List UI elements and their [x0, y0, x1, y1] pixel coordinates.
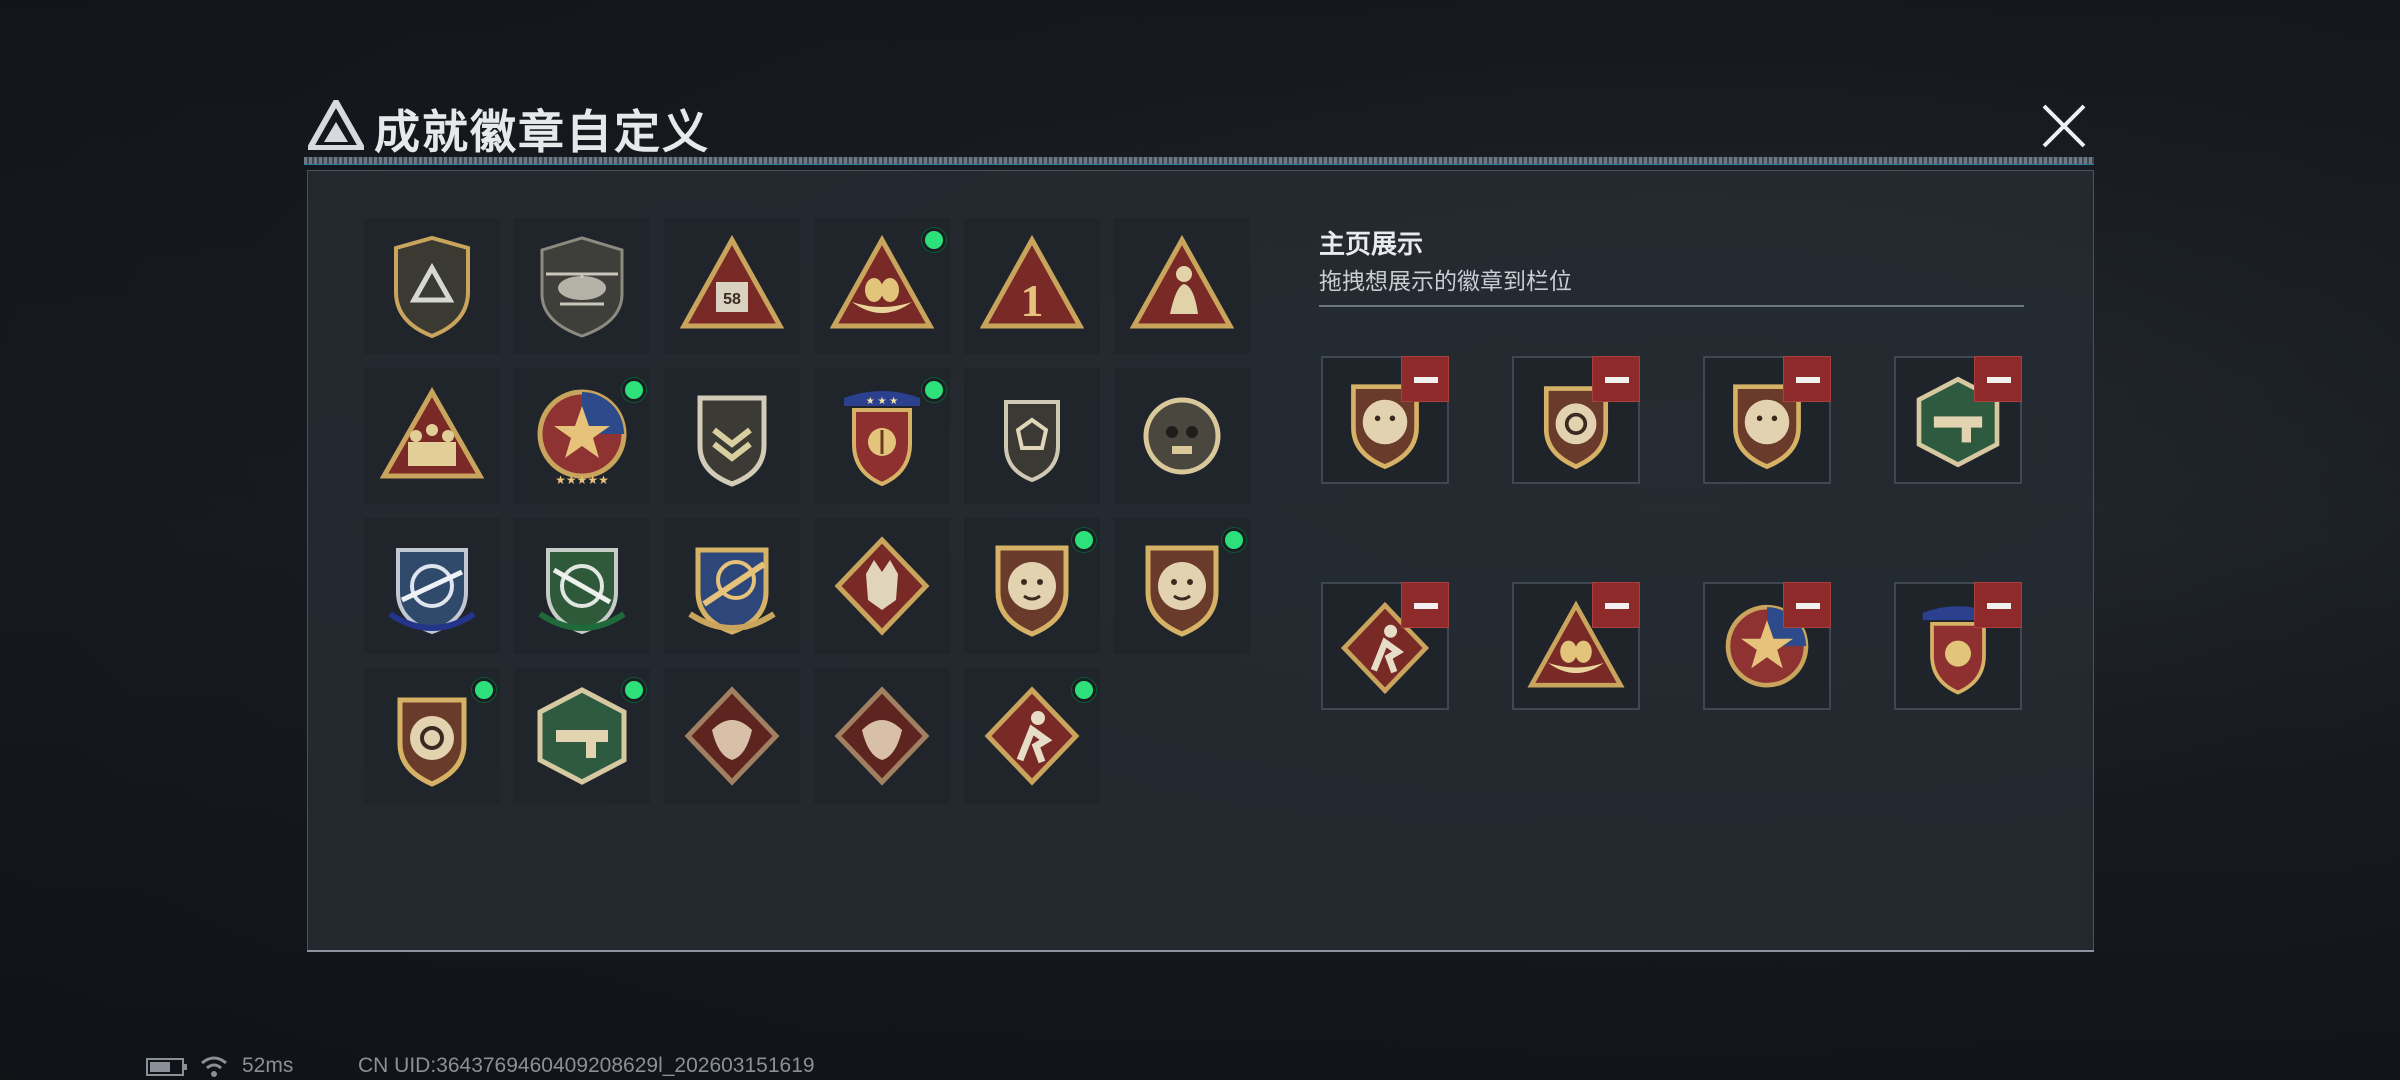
display-slot-8[interactable] [1894, 582, 2022, 710]
display-slot-4[interactable] [1894, 356, 2022, 484]
dice-shield-badge-icon [1004, 400, 1060, 483]
badge-cell[interactable] [814, 518, 950, 654]
dialog-header: 成就徽章自定义 [304, 92, 2094, 164]
lion-shield-badge-2-icon [1145, 545, 1219, 637]
squad-triangle-badge-icon [379, 386, 485, 479]
58-triangle-badge-icon: 58 [679, 234, 785, 329]
panel-bottom-border [307, 950, 2094, 952]
runner-diamond-badge-icon [984, 686, 1080, 786]
svg-text:★ ★ ★: ★ ★ ★ [866, 396, 898, 407]
selected-indicator [922, 228, 946, 252]
badge-cell[interactable]: 58 [664, 218, 800, 354]
remove-badge-button[interactable] [1401, 582, 1449, 628]
gold-weapon-crest-badge-icon [688, 547, 776, 635]
homepage-display-hint: 拖拽想展示的徽章到栏位 [1319, 268, 1572, 294]
target-shield-badge-icon [397, 697, 467, 787]
selected-indicator [1072, 678, 1096, 702]
selected-indicator [622, 678, 646, 702]
badge-cell[interactable] [514, 218, 650, 354]
badge-cell[interactable] [964, 368, 1100, 504]
badge-number-58: 58 [723, 291, 741, 308]
badge-cell[interactable] [664, 518, 800, 654]
badge-cell[interactable] [664, 668, 800, 804]
display-slot-2[interactable] [1512, 356, 1640, 484]
badge-cell[interactable] [364, 368, 500, 504]
badge-cell[interactable]: 1 [964, 218, 1100, 354]
badge-cell[interactable] [364, 518, 500, 654]
display-slot-1[interactable] [1321, 356, 1449, 484]
green-sniper-crest-badge-icon [538, 548, 626, 635]
selected-indicator [922, 378, 946, 402]
remove-badge-button[interactable] [1592, 582, 1640, 628]
svg-text:★★★★★: ★★★★★ [555, 473, 609, 487]
user-uid: CN UID:3643769460409208629l_202603151619 [358, 1054, 815, 1077]
badge-cell[interactable] [1114, 518, 1250, 654]
rank-chevron-shield-badge-icon [697, 395, 767, 487]
badge-cell[interactable] [514, 518, 650, 654]
lion-shield-badge-1-icon [995, 545, 1069, 637]
remove-badge-button[interactable] [1783, 582, 1831, 628]
ping-latency: 52ms [242, 1054, 294, 1077]
display-slot-7[interactable] [1703, 582, 1831, 710]
green-hexagon-weapon-badge-icon [537, 687, 627, 785]
badge-cell[interactable] [814, 218, 950, 354]
remove-badge-button[interactable] [1592, 356, 1640, 402]
number-1-triangle-badge-icon: 1 [979, 234, 1085, 329]
homepage-display-title: 主页展示 [1319, 229, 1424, 259]
badge-collection-grid: 58 1 ★★★★★ ★ ★ ★ [364, 218, 1264, 804]
dragon-diamond-badge-1-icon [684, 686, 780, 786]
display-divider [1319, 305, 2024, 307]
delta-logo-icon [308, 100, 364, 150]
selected-indicator [622, 378, 646, 402]
display-slot-3[interactable] [1703, 356, 1831, 484]
selected-indicator [1222, 528, 1246, 552]
nest-eggs-triangle-badge-icon [829, 234, 935, 329]
remove-badge-button[interactable] [1401, 356, 1449, 402]
badge-cell[interactable] [514, 668, 650, 804]
remove-badge-button[interactable] [1974, 582, 2022, 628]
badge-cell[interactable] [664, 368, 800, 504]
dialog-title: 成就徽章自定义 [374, 105, 710, 159]
close-x-icon [2042, 104, 2086, 148]
display-slot-6[interactable] [1512, 582, 1640, 710]
skull-gear-badge-icon [1143, 397, 1221, 475]
badge-cell[interactable] [964, 518, 1100, 654]
header-divider [304, 157, 2094, 165]
badge-cell[interactable] [964, 668, 1100, 804]
wolf-diamond-badge-icon [834, 536, 930, 636]
badge-cell[interactable] [814, 668, 950, 804]
selected-indicator [472, 678, 496, 702]
badge-cell[interactable]: ★ ★ ★ [814, 368, 950, 504]
badge-cell[interactable] [364, 218, 500, 354]
remove-badge-button[interactable] [1783, 356, 1831, 402]
battery-icon [146, 1058, 187, 1076]
remove-badge-button[interactable] [1974, 356, 2022, 402]
wifi-icon [201, 1056, 227, 1077]
badge-cell[interactable]: ★★★★★ [514, 368, 650, 504]
soldier-triangle-badge-icon [1129, 234, 1235, 329]
dragon-diamond-badge-2-icon [834, 686, 930, 786]
helicopter-shield-badge-icon [540, 236, 624, 338]
laurel-blue-star-badge-icon: ★ ★ ★ [844, 391, 920, 487]
display-slots [1321, 356, 2023, 710]
display-slot-5[interactable] [1321, 582, 1449, 710]
star-round-badge-icon: ★★★★★ [537, 389, 627, 487]
blue-sniper-crest-badge-icon [388, 548, 476, 635]
selected-indicator [1072, 528, 1096, 552]
badge-cell[interactable] [1114, 368, 1250, 504]
triangle-logo-shield-badge-icon [394, 235, 470, 339]
close-button[interactable] [2036, 98, 2092, 154]
badge-cell[interactable] [1114, 218, 1250, 354]
badge-cell[interactable] [364, 668, 500, 804]
badge-number-1: 1 [1021, 275, 1044, 326]
